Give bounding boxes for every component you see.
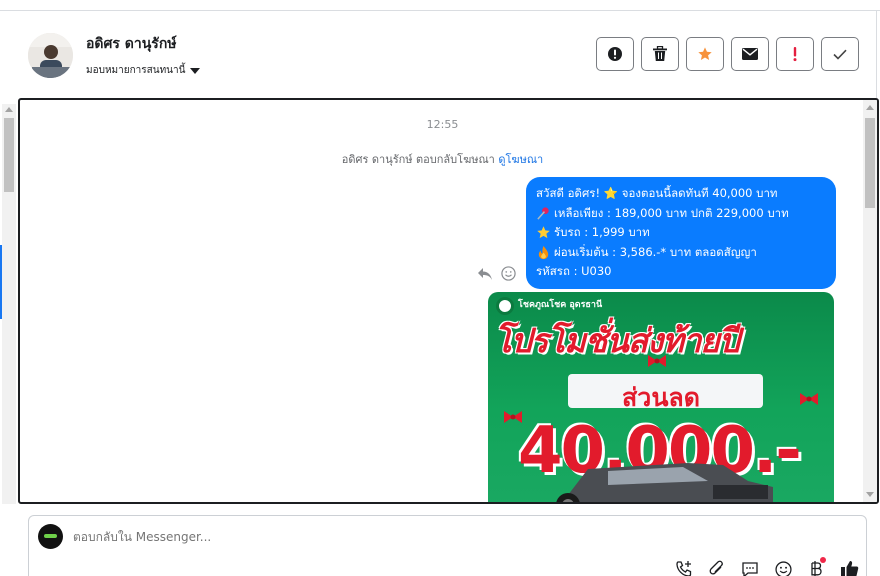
spam-alert-button[interactable] [596, 37, 634, 71]
star-icon [698, 47, 712, 60]
contact-photo [28, 33, 73, 78]
red-bow-icon [648, 355, 666, 367]
fire-emoji-icon [538, 245, 549, 259]
conversation-header: อดิศร ดานุรักษ์ มอบหมายการสนทนานี้ [0, 11, 876, 98]
message-hover-tools [477, 266, 516, 281]
assign-label: มอบหมายการสนทนานี้ [86, 65, 186, 76]
message-thread: 12:55 อดิศร ดานุรักษ์ ตอบกลับโฆษณา ดูโฆษ… [18, 98, 879, 504]
pickup-truck-image [556, 463, 773, 502]
reply-icon[interactable] [477, 267, 493, 281]
envelope-icon [742, 48, 758, 60]
mark-unread-button[interactable] [731, 37, 769, 71]
delete-button[interactable] [641, 37, 679, 71]
caret-down-icon [190, 67, 201, 74]
baht-icon [811, 561, 822, 576]
smiley-icon [774, 560, 792, 576]
outer-scrollbar-thumb[interactable] [4, 118, 14, 192]
header-actions [596, 37, 859, 71]
message-line-text: สวัสดี อดิศร! ⭐ จองตอนนี้ลดทันที 40,000 … [536, 186, 778, 200]
ad-reply-text: อดิศร ดานุรักษ์ ตอบกลับโฆษณา [341, 153, 495, 166]
promo-brand: โชคภูณโชค อุดรธานี [518, 300, 603, 310]
contact-avatar[interactable] [28, 33, 73, 78]
message-line: รับรถ : 1,999 บาท [536, 223, 826, 243]
paperclip-icon [709, 560, 723, 575]
outgoing-message-bubble[interactable]: สวัสดี อดิศร! ⭐ จองตอนนี้ลดทันที 40,000 … [526, 177, 836, 289]
exclamation-icon [793, 47, 797, 62]
alert-circle-icon [608, 47, 622, 61]
trash-icon [653, 46, 667, 61]
message-line-text: รับรถ : 1,999 บาท [554, 225, 650, 239]
message-timestamp: 12:55 [426, 118, 459, 131]
assign-conversation-dropdown[interactable]: มอบหมายการสนทนานี้ [86, 63, 201, 78]
thread-scrollbar[interactable] [863, 100, 877, 502]
composer-toolbar [674, 557, 859, 576]
phone-plus-icon [676, 561, 692, 576]
notification-dot [820, 557, 826, 563]
saved-replies-button[interactable] [740, 559, 760, 576]
message-line: รหัสรถ : U030 [536, 262, 826, 282]
message-line: สวัสดี อดิศร! ⭐ จองตอนนี้ลดทันที 40,000 … [536, 184, 826, 204]
promo-headline: โปรโมชั่นส่งท้ายปี [494, 321, 740, 360]
right-edge-divider [876, 10, 877, 98]
follow-up-button[interactable] [776, 37, 814, 71]
reply-composer [28, 515, 867, 576]
scroll-down-arrow-icon[interactable] [866, 492, 874, 497]
chat-bubble-icon [742, 561, 758, 576]
active-indicator [0, 245, 2, 319]
red-bow-icon [800, 393, 818, 405]
thumbs-up-icon [840, 561, 858, 576]
mark-done-button[interactable] [821, 37, 859, 71]
dealer-logo [496, 297, 514, 315]
scroll-up-arrow-icon[interactable] [866, 105, 874, 110]
message-line: เหลือเพียง : 189,000 บาท ปกติ 229,000 บา… [536, 204, 826, 224]
payment-button[interactable] [806, 557, 826, 576]
attach-button[interactable] [707, 559, 727, 576]
star-emoji-icon [537, 226, 550, 239]
view-ad-link[interactable]: ดูโฆษณา [498, 153, 543, 166]
star-button[interactable] [686, 37, 724, 71]
react-emoji-icon[interactable] [501, 266, 516, 281]
scroll-up-arrow-icon[interactable] [5, 107, 13, 112]
promo-image-attachment[interactable]: โชคภูณโชค อุดรธานี โปรโมชั่นส่งท้ายปี ส่… [488, 292, 834, 502]
message-line-text: ผ่อนเริ่มต้น : 3,586.-* บาท ตลอดสัญญา [554, 244, 757, 259]
emoji-button[interactable] [773, 559, 793, 576]
promo-discount-label: ส่วนลด [622, 383, 700, 412]
check-icon [833, 49, 847, 60]
message-line-text: รหัสรถ : U030 [536, 264, 612, 278]
outer-scrollbar[interactable] [2, 104, 16, 504]
ad-reply-notice: อดิศร ดานุรักษ์ ตอบกลับโฆษณา ดูโฆษณา [20, 150, 865, 168]
like-button[interactable] [839, 559, 859, 576]
reply-input[interactable] [73, 530, 673, 544]
page-avatar [38, 524, 63, 549]
contact-name[interactable]: อดิศร ดานุรักษ์ [86, 33, 177, 55]
call-add-button[interactable] [674, 559, 694, 576]
thread-scrollbar-thumb[interactable] [865, 118, 875, 208]
pushpin-emoji-icon [537, 207, 549, 220]
message-line: ผ่อนเริ่มต้น : 3,586.-* บาท ตลอดสัญญา [536, 243, 826, 263]
message-line-text: เหลือเพียง : 189,000 บาท ปกติ 229,000 บา… [554, 205, 789, 220]
